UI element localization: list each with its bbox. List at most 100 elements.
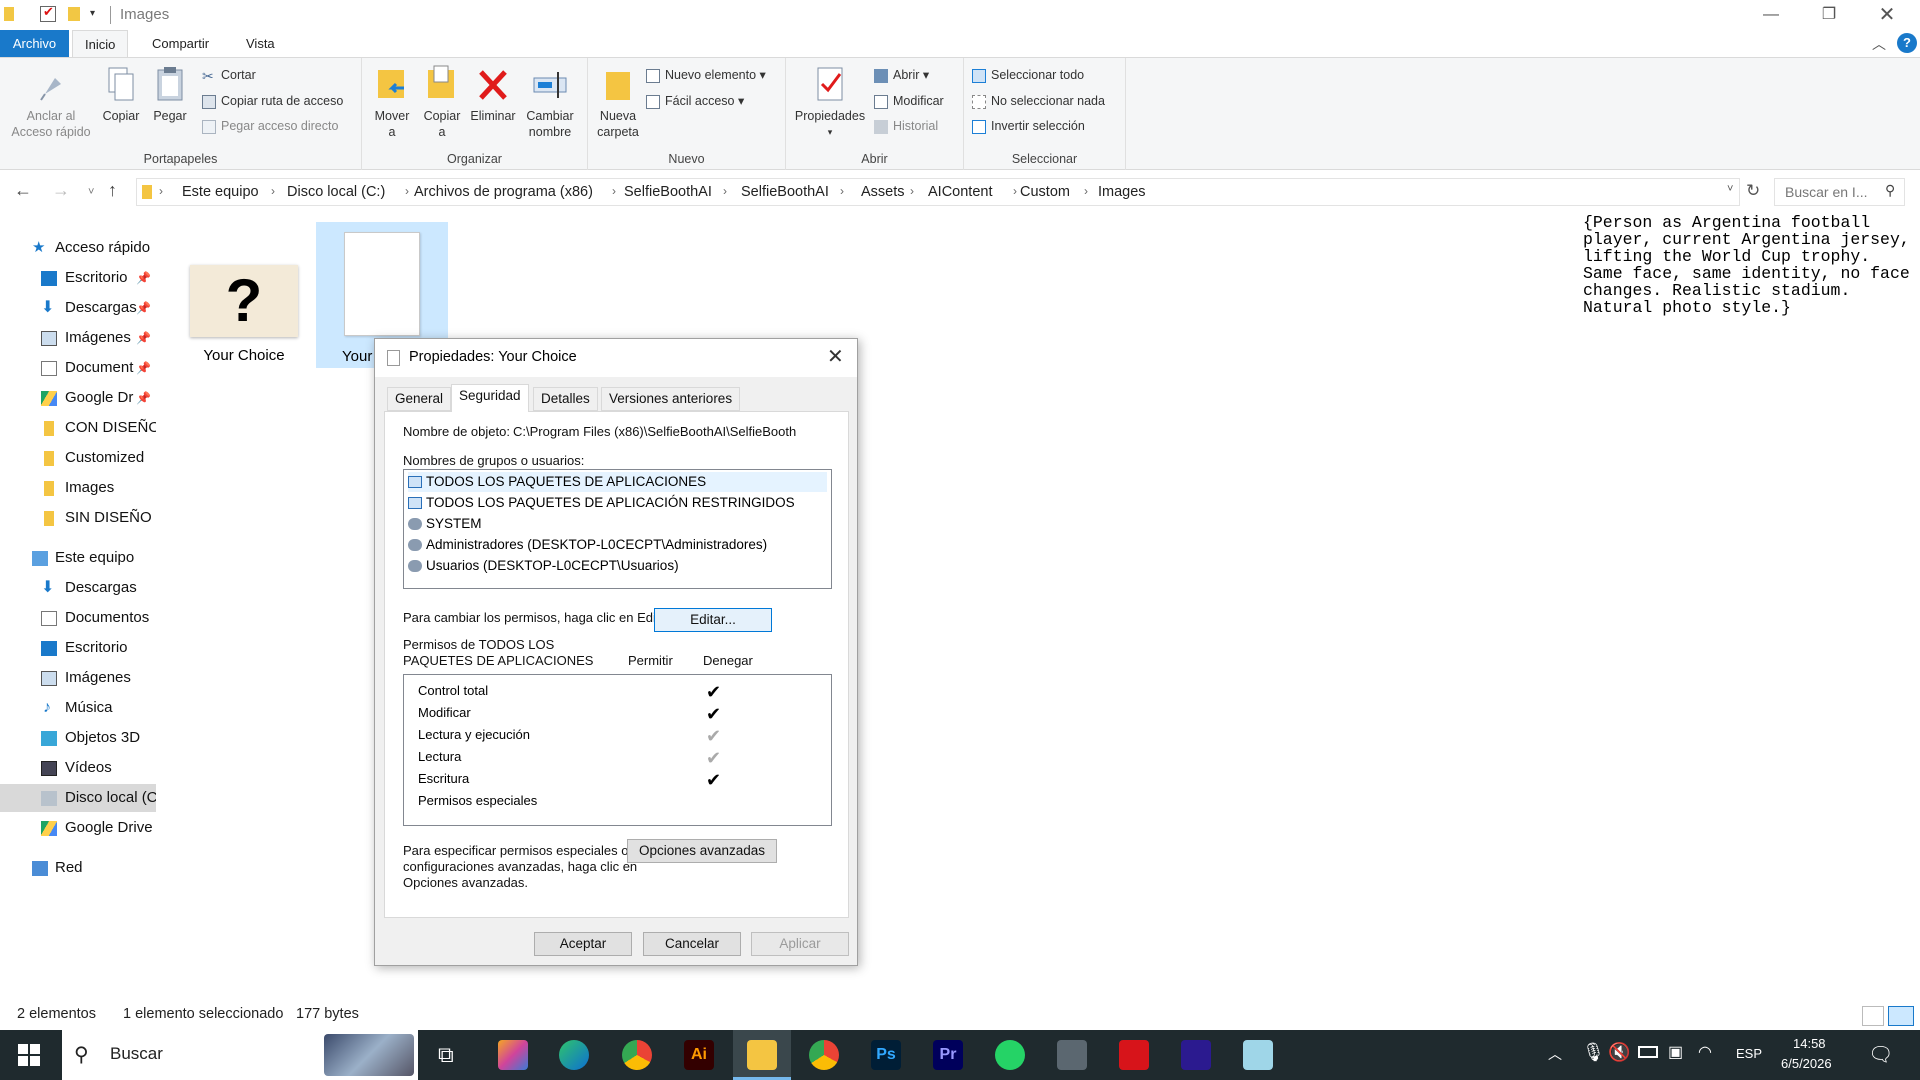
list-item[interactable]: Administradores (DESKTOP-L0CECPT\Adminis… — [408, 535, 767, 555]
nav-item-pc-musica[interactable]: ♪ Música — [0, 694, 156, 722]
easy-access-button[interactable]: Fácil acceso ▾ — [646, 91, 744, 111]
history-button[interactable]: Historial — [874, 116, 938, 136]
pin-quick-access-button[interactable]: Anclar al Acceso rápido — [6, 64, 96, 140]
nav-item-customized[interactable]: Customized — [0, 444, 156, 472]
breadcrumb-item[interactable]: Custom — [1020, 184, 1070, 200]
tab-general[interactable]: General — [387, 387, 452, 411]
file-explorer-icon[interactable] — [747, 1040, 777, 1070]
acrobat-icon[interactable] — [1119, 1040, 1149, 1070]
breadcrumb-item[interactable]: Assets — [861, 184, 905, 200]
edge-icon[interactable] — [559, 1040, 589, 1070]
nav-quick-access[interactable]: ★ Acceso rápido — [0, 234, 156, 262]
ok-button[interactable]: Aceptar — [534, 932, 632, 956]
nav-item-pc-imagenes[interactable]: Imágenes — [0, 664, 156, 692]
breadcrumb-item[interactable]: Este equipo — [182, 184, 259, 200]
tab-versiones-anteriores[interactable]: Versiones anteriores — [601, 387, 741, 411]
edit-button[interactable]: Editar... — [654, 608, 772, 632]
nav-item-pc-escritorio[interactable]: Escritorio — [0, 634, 156, 662]
notifications-icon[interactable]: 🗨 — [1868, 1042, 1893, 1067]
new-folder-quick-icon[interactable] — [68, 7, 80, 21]
tab-vista[interactable]: Vista — [234, 30, 287, 58]
file-item-your-choice[interactable]: ? Your Choice — [180, 258, 308, 368]
forward-arrow-icon[interactable]: → — [52, 180, 70, 201]
collapse-ribbon-icon[interactable]: ︿ — [1872, 34, 1886, 54]
paste-shortcut-button[interactable]: Pegar acceso directo — [202, 116, 338, 136]
nav-item-images[interactable]: Images — [0, 474, 156, 502]
nav-item-escritorio[interactable]: Escritorio 📌 — [0, 264, 156, 292]
tab-detalles[interactable]: Detalles — [533, 387, 598, 411]
show-hidden-icons[interactable]: ︿ — [1548, 1044, 1562, 1064]
tab-archivo[interactable]: Archivo — [0, 30, 69, 58]
breadcrumb-item[interactable]: SelfieBoothAI — [741, 184, 829, 200]
nav-item-descargas[interactable]: ⬇ Descargas 📌 — [0, 294, 156, 322]
battery-icon[interactable] — [1638, 1046, 1658, 1058]
nav-item-pc-videos[interactable]: Vídeos — [0, 754, 156, 782]
new-folder-button[interactable]: Nueva carpeta — [594, 64, 642, 140]
select-all-button[interactable]: Seleccionar todo — [972, 65, 1084, 85]
open-button[interactable]: Abrir ▾ — [874, 65, 929, 85]
task-view-icon[interactable]: ⧉ — [438, 1042, 454, 1068]
microphone-icon[interactable]: 🎙 — [1582, 1042, 1605, 1063]
nav-item-pc-objetos-3d[interactable]: Objetos 3D — [0, 724, 156, 752]
nav-item-google-drive[interactable]: Google Dr 📌 — [0, 384, 156, 412]
list-item[interactable]: SYSTEM — [408, 514, 482, 534]
wifi-icon[interactable]: ◠ — [1698, 1042, 1712, 1062]
notes-app-icon[interactable] — [1243, 1040, 1273, 1070]
large-icons-view-icon[interactable] — [1888, 1006, 1914, 1026]
list-item[interactable]: Usuarios (DESKTOP-L0CECPT\Usuarios) — [408, 556, 679, 576]
nav-item-con-diseno[interactable]: CON DISEÑO — [0, 414, 156, 442]
nav-item-sin-diseno[interactable]: SIN DISEÑO — [0, 504, 156, 532]
list-item[interactable]: TODOS LOS PAQUETES DE APLICACIÓN RESTRIN… — [408, 493, 795, 513]
move-to-button[interactable]: Mover a — [370, 64, 414, 140]
dialog-close-icon[interactable]: ✕ — [827, 344, 844, 369]
photoshop-icon[interactable]: Ps — [871, 1040, 901, 1070]
address-bar[interactable]: › Este equipo › Disco local (C:) › Archi… — [136, 178, 1740, 206]
tab-compartir[interactable]: Compartir — [140, 30, 221, 58]
windows-start-icon[interactable] — [18, 1044, 40, 1066]
whatsapp-icon[interactable] — [995, 1040, 1025, 1070]
calculator-icon[interactable] — [1057, 1040, 1087, 1070]
copy-to-button[interactable]: Copiar a — [420, 64, 464, 140]
tab-inicio[interactable]: Inicio — [72, 30, 129, 58]
copy-button[interactable]: Copiar — [98, 64, 144, 124]
advanced-options-button[interactable]: Opciones avanzadas — [627, 839, 777, 863]
camera-icon[interactable]: ▣ — [1668, 1042, 1683, 1062]
invert-selection-button[interactable]: Invertir selección — [972, 116, 1085, 136]
restore-button[interactable]: ❐ — [1800, 0, 1858, 30]
breadcrumb-item[interactable]: AIContent — [928, 184, 993, 200]
tab-seguridad[interactable]: Seguridad — [451, 384, 529, 412]
premiere-icon[interactable]: Pr — [933, 1040, 963, 1070]
nav-item-imagenes[interactable]: Imágenes 📌 — [0, 324, 156, 352]
breadcrumb-item[interactable]: SelfieBoothAI — [624, 184, 712, 200]
app-icon[interactable] — [1181, 1040, 1211, 1070]
apply-button[interactable]: Aplicar — [751, 932, 849, 956]
nav-network[interactable]: Red — [0, 854, 156, 882]
properties-quick-icon[interactable]: ✔ — [40, 4, 56, 22]
edit-button[interactable]: Modificar — [874, 91, 944, 111]
properties-button[interactable]: Propiedades ▾ — [792, 64, 868, 140]
recent-locations-icon[interactable]: ˅ — [88, 186, 94, 198]
copilot-icon[interactable] — [498, 1040, 528, 1070]
new-item-button[interactable]: Nuevo elemento ▾ — [646, 65, 766, 85]
rename-button[interactable]: Cambiar nombre — [522, 64, 578, 140]
nav-item-pc-disco-local[interactable]: Disco local (C — [0, 784, 156, 812]
help-icon[interactable]: ? — [1897, 33, 1917, 53]
breadcrumb-item[interactable]: Disco local (C:) — [287, 184, 385, 200]
address-dropdown-icon[interactable]: ˅ — [1727, 183, 1733, 195]
up-arrow-icon[interactable]: ↑ — [108, 180, 117, 201]
breadcrumb-item[interactable]: Archivos de programa (x86) — [414, 184, 593, 200]
chrome-profile-icon[interactable] — [622, 1040, 652, 1070]
chrome-icon[interactable] — [809, 1040, 839, 1070]
list-item[interactable]: TODOS LOS PAQUETES DE APLICACIONES — [408, 472, 827, 492]
minimize-button[interactable]: — — [1742, 0, 1800, 30]
details-view-icon[interactable] — [1862, 1006, 1884, 1026]
search-box[interactable]: Buscar en I... ⚲ — [1774, 178, 1905, 206]
language-indicator[interactable]: ESP — [1736, 1046, 1762, 1061]
paste-button[interactable]: Pegar — [148, 64, 192, 124]
select-none-button[interactable]: No seleccionar nada — [972, 91, 1105, 111]
illustrator-icon[interactable]: Ai — [684, 1040, 714, 1070]
cancel-button[interactable]: Cancelar — [643, 932, 741, 956]
nav-item-pc-google-drive[interactable]: Google Drive — [0, 814, 156, 842]
nav-item-pc-documentos[interactable]: Documentos — [0, 604, 156, 632]
volume-muted-icon[interactable]: 🔇 — [1608, 1042, 1630, 1063]
